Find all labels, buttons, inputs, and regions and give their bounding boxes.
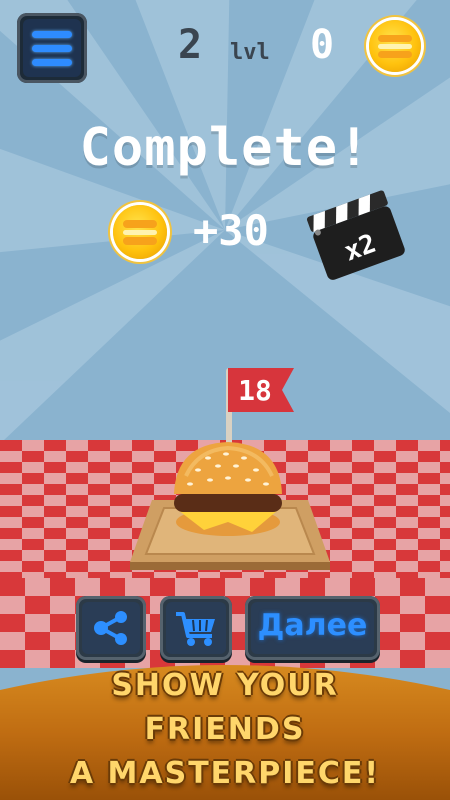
clapperboard-icon: x2 [306, 190, 405, 280]
next-button-label: Далее [257, 608, 368, 643]
level-label: lvl [230, 40, 270, 65]
coin-count: 0 [310, 22, 335, 68]
hamburger-icon [23, 19, 81, 77]
promo-line-2: FRIENDS [144, 712, 306, 747]
reward-amount: +30 [193, 206, 269, 255]
coin-icon [369, 20, 421, 72]
promo-line-3: A MASTERPIECE! [69, 756, 381, 791]
menu-button[interactable] [17, 13, 87, 83]
game-screen: 2 lvl 0 Complete! +30 x2 18 Далее SHOW Y… [0, 0, 450, 800]
reward-coin-icon [113, 205, 167, 259]
double-reward-button[interactable]: x2 [303, 180, 408, 280]
complete-title: Complete! [79, 118, 371, 178]
promo-line-1: SHOW YOUR [111, 668, 339, 703]
share-icon [94, 611, 127, 645]
flag-number: 18 [238, 374, 272, 407]
level-number: 2 [178, 22, 203, 68]
burger [174, 442, 282, 536]
shopping-cart-icon [176, 612, 215, 646]
